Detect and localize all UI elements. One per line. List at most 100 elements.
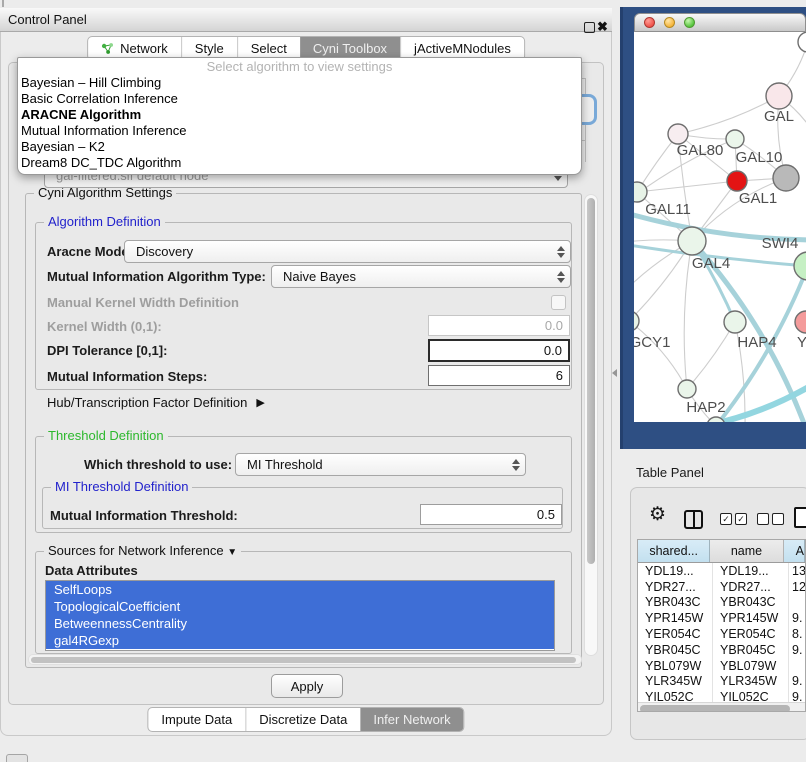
algorithm-option[interactable]: Bayesian – Hill Climbing	[18, 75, 581, 91]
mi-steps-label: Mutual Information Steps:	[47, 370, 207, 384]
network-node-GAL80[interactable]	[668, 124, 688, 144]
attribute-item[interactable]: SelfLoops	[46, 581, 554, 598]
control-panel-titlebar: Control Panel ✖	[0, 8, 612, 32]
which-threshold-combo[interactable]: MI Threshold	[235, 453, 526, 476]
data-attributes-list[interactable]: SelfLoopsTopologicalCoefficientBetweenne…	[45, 580, 555, 651]
network-node-HAP4[interactable]	[724, 311, 746, 333]
kernel-width-field[interactable]: 0.0	[428, 315, 570, 336]
network-window-titlebar[interactable]	[634, 13, 806, 32]
table-horizontal-scrollbar[interactable]	[638, 702, 805, 712]
minimize-traffic-light[interactable]	[664, 17, 675, 28]
mi-steps-field[interactable]: 6	[428, 365, 570, 386]
network-node-HAP2[interactable]	[678, 380, 696, 398]
network-node-GAL[interactable]	[766, 83, 792, 109]
mi-threshold-field[interactable]: 0.5	[420, 504, 562, 525]
screenshot-root: Control Panel ✖ NetworkStyleSelectCyni T…	[0, 0, 806, 762]
table-panel-title: Table Panel	[636, 465, 704, 480]
tab-impute-data[interactable]: Impute Data	[148, 708, 245, 731]
close-icon[interactable]: ✖	[597, 19, 608, 35]
dpi-tolerance-field[interactable]: 0.0	[428, 339, 570, 362]
algorithm-option[interactable]: Mutual Information Inference	[18, 123, 581, 139]
table-row[interactable]: YPR145WYPR145W9.	[638, 610, 805, 626]
network-edge	[687, 322, 735, 389]
data-attributes-label: Data Attributes	[45, 564, 138, 578]
tab-label: Infer Network	[373, 712, 450, 727]
attribute-item[interactable]: gal4RGexp	[46, 632, 554, 649]
panel-divider-handle[interactable]	[612, 369, 617, 377]
tab-label: Network	[120, 41, 168, 56]
unchecked-checkbox-icon[interactable]	[772, 513, 784, 525]
table-row[interactable]: YLR345WYLR345W9.	[638, 674, 805, 690]
close-traffic-light[interactable]	[644, 17, 655, 28]
algorithm-definition-title: Algorithm Definition	[44, 215, 165, 229]
mi-type-combo[interactable]: Naive Bayes	[271, 265, 571, 288]
network-edge	[634, 321, 687, 389]
node-label-GAL: GAL	[764, 108, 794, 125]
attribute-item[interactable]: BetweennessCentrality	[46, 615, 554, 632]
network-node-Y[interactable]	[795, 311, 806, 333]
checked-checkbox-icon[interactable]: ✓	[735, 513, 747, 525]
table-row[interactable]: YBR043CYBR043C	[638, 595, 805, 611]
threshold-definition-title: Threshold Definition	[44, 429, 168, 443]
manual-kernel-checkbox[interactable]	[551, 295, 566, 310]
table-cell	[789, 595, 805, 611]
tab-label: Impute Data	[161, 712, 232, 727]
column-header-0[interactable]: shared...	[638, 540, 710, 562]
float-panel-icon[interactable]	[584, 22, 595, 33]
tab-discretize-data[interactable]: Discretize Data	[245, 708, 360, 731]
network-node-SWI4[interactable]	[794, 252, 806, 280]
table-cell: 9.	[789, 689, 805, 702]
expand-arrow-icon: ▶	[256, 396, 264, 409]
scrollbar-thumb[interactable]	[31, 657, 576, 664]
file-icon[interactable]	[794, 507, 806, 528]
table-cell: YLR345W	[713, 674, 789, 690]
settings-vertical-scrollbar[interactable]	[584, 194, 598, 656]
network-canvas[interactable]: GALGAL80GAL10GAL1GAL11GAL4SWI4GCY1HAP4YH…	[634, 32, 806, 422]
table-cell: YER054C	[713, 626, 789, 642]
unchecked-checkbox-icon[interactable]	[757, 513, 769, 525]
attribute-item[interactable]: TopologicalCoefficient	[46, 598, 554, 615]
sources-group-title[interactable]: Sources for Network Inference ▼	[44, 544, 241, 560]
column-header-2[interactable]: A	[784, 540, 805, 562]
network-node-GAL4[interactable]	[678, 227, 706, 255]
node-label-GCY1: GCY1	[634, 334, 670, 351]
table-cell: YDL19...	[713, 563, 789, 579]
table-cell: 12	[789, 579, 805, 595]
table-row[interactable]: YDL19...YDL19...13	[638, 563, 805, 579]
corner-button[interactable]	[6, 754, 28, 762]
table-cell: YBR043C	[638, 595, 713, 611]
table-cell: 13	[789, 563, 805, 579]
table-row[interactable]: YIL052CYIL052C9.	[638, 689, 805, 702]
apply-button[interactable]: Apply	[271, 674, 343, 698]
table-body: YDL19...YDL19...13YDR27...YDR27...12YBR0…	[638, 563, 805, 702]
hub-definition-toggle[interactable]: Hub/Transcription Factor Definition ▶	[47, 395, 265, 410]
settings-horizontal-scrollbar[interactable]	[28, 654, 582, 665]
algorithm-option[interactable]: Dream8 DC_TDC Algorithm	[18, 155, 581, 171]
table-row[interactable]: YDR27...YDR27...12	[638, 579, 805, 595]
algorithm-option[interactable]: Bayesian – K2	[18, 139, 581, 155]
network-node-gray-node[interactable]	[773, 165, 799, 191]
node-label-GAL4: GAL4	[692, 255, 730, 272]
table-cell: YDR27...	[713, 579, 789, 595]
node-label-HAP4: HAP4	[737, 334, 776, 351]
checked-checkbox-icon[interactable]: ✓	[720, 513, 732, 525]
network-node-GAL11[interactable]	[634, 182, 647, 202]
scrollbar-thumb[interactable]	[587, 198, 595, 564]
algorithm-option[interactable]: Basic Correlation Inference	[18, 91, 581, 107]
tab-infer-network[interactable]: Infer Network	[360, 708, 463, 731]
network-node-GAL10[interactable]	[726, 130, 744, 148]
table-row[interactable]: YBR045CYBR045C9.	[638, 642, 805, 658]
aracne-mode-combo[interactable]: Discovery	[124, 240, 571, 263]
gear-icon[interactable]: ⚙	[649, 505, 666, 524]
which-threshold-label: Which threshold to use:	[84, 458, 232, 472]
zoom-traffic-light[interactable]	[684, 17, 695, 28]
algorithm-option[interactable]: ARACNE Algorithm	[18, 107, 581, 123]
split-view-icon[interactable]	[684, 510, 703, 529]
column-header-1[interactable]: name	[710, 540, 783, 562]
table-row[interactable]: YBL079WYBL079W	[638, 658, 805, 674]
network-node-top-partial[interactable]	[798, 32, 806, 52]
scrollbar-thumb[interactable]	[640, 705, 790, 712]
node-label-HAP2: HAP2	[686, 399, 725, 416]
table-row[interactable]: YER054CYER054C8.	[638, 626, 805, 642]
network-node-GAL1[interactable]	[727, 171, 747, 191]
